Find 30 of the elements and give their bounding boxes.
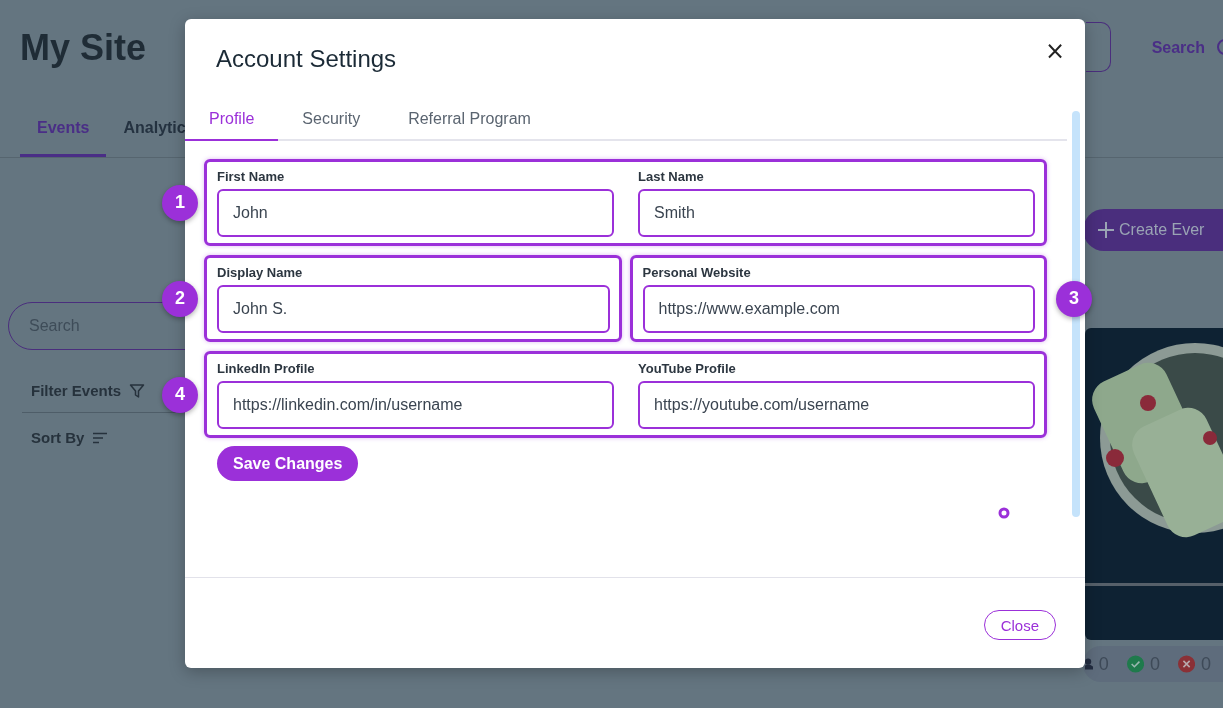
- input-field[interactable]: John S.: [217, 285, 610, 333]
- cross-icon: [1177, 653, 1195, 675]
- close-button[interactable]: Close: [983, 610, 1056, 640]
- field-label: Personal Website: [642, 265, 752, 280]
- dialog-title: Account Settings: [216, 45, 397, 73]
- tab[interactable]: Referral Program: [384, 110, 555, 141]
- input-field[interactable]: https://www.example.com: [642, 285, 1035, 333]
- field-label: LinkedIn Profile: [217, 361, 316, 376]
- plus-icon: [1097, 221, 1115, 239]
- field-label: Display Name: [217, 265, 304, 280]
- field-label: First Name: [217, 169, 286, 184]
- save-button[interactable]: Save Changes: [217, 446, 359, 481]
- input-field[interactable]: https://linkedin.com/in/username: [217, 381, 614, 429]
- field-label: YouTube Profile: [638, 361, 737, 376]
- input-field[interactable]: https://youtube.com/username: [638, 381, 1035, 429]
- dot-icon: [998, 507, 1010, 519]
- create-event-button[interactable]: Create Ever: [1083, 209, 1223, 251]
- field-label: Last Name: [638, 169, 705, 184]
- sort-icon[interactable]: [92, 431, 109, 444]
- number-badge: 3: [1056, 280, 1092, 317]
- number-badge: 4: [162, 376, 198, 413]
- tab[interactable]: Security: [278, 110, 385, 141]
- input-field[interactable]: John: [217, 189, 614, 237]
- number-badge: 1: [162, 184, 198, 221]
- input-field[interactable]: Smith: [638, 189, 1035, 237]
- check-icon: [1126, 653, 1144, 675]
- site-title: My Site: [20, 26, 147, 69]
- number-badge: 2: [162, 280, 198, 317]
- filter-icon[interactable]: [129, 382, 146, 399]
- tab[interactable]: Profile: [185, 110, 279, 141]
